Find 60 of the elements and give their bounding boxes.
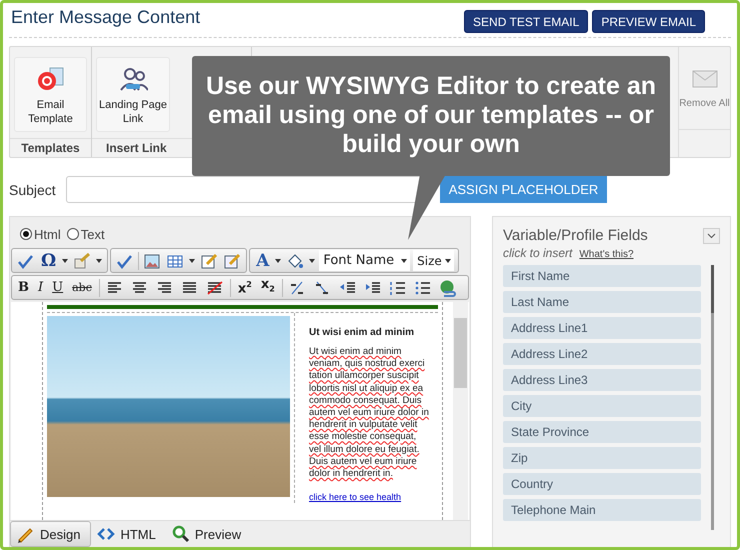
panel-title: Variable/Profile Fields bbox=[503, 227, 648, 244]
page-title: Enter Message Content bbox=[11, 7, 200, 28]
field-item[interactable]: Country bbox=[503, 473, 701, 495]
field-item[interactable]: Zip bbox=[503, 447, 701, 469]
caret-icon[interactable] bbox=[96, 258, 102, 262]
format-button[interactable]: abc bbox=[70, 278, 94, 296]
format-button[interactable]: I bbox=[36, 278, 46, 296]
vertical-scrollbar[interactable] bbox=[453, 302, 468, 520]
editor-tab[interactable]: HTML bbox=[91, 521, 166, 547]
field-item[interactable]: Telephone Main bbox=[503, 499, 701, 521]
group-label: Templates bbox=[21, 140, 80, 155]
help-link[interactable]: What's this? bbox=[579, 249, 634, 260]
header-button[interactable]: SEND TEST EMAIL bbox=[464, 10, 588, 33]
at-sign-icon bbox=[36, 66, 66, 92]
script-button[interactable]: x$_{2}$ bbox=[258, 276, 277, 299]
field-item[interactable]: Address Line3 bbox=[503, 369, 701, 391]
chevron-down-icon bbox=[707, 232, 716, 238]
caret-icon[interactable] bbox=[309, 258, 316, 262]
size-dropdown[interactable]: Size bbox=[413, 250, 454, 271]
clear-format-icon[interactable] bbox=[204, 278, 225, 296]
field-item[interactable]: Address Line2 bbox=[503, 343, 701, 365]
field-item[interactable]: City bbox=[503, 395, 701, 417]
script-button[interactable]: x$^{2}$ bbox=[236, 276, 254, 299]
caret-icon bbox=[444, 258, 451, 262]
radio-option[interactable]: Text bbox=[66, 226, 105, 242]
hint-text: click to insert bbox=[503, 246, 572, 260]
globe-link-icon[interactable] bbox=[438, 278, 458, 296]
font-name-dropdown[interactable]: Font Name bbox=[319, 250, 410, 271]
editor-tab[interactable]: Preview bbox=[166, 521, 252, 547]
collapse-button[interactable] bbox=[703, 228, 720, 244]
ribbon-button[interactable]: Landing Page Link bbox=[96, 57, 170, 132]
bulleted-list-icon[interactable] bbox=[412, 278, 433, 296]
people-link-icon bbox=[118, 66, 148, 92]
format-button[interactable]: B bbox=[16, 278, 31, 296]
caret-icon[interactable] bbox=[275, 258, 282, 262]
field-item[interactable]: Address Line1 bbox=[503, 317, 701, 339]
caret-icon[interactable] bbox=[62, 258, 68, 262]
ribbon-button[interactable]: Email Template bbox=[14, 57, 87, 132]
field-item[interactable]: Last Name bbox=[503, 291, 701, 313]
caret-icon[interactable] bbox=[189, 258, 196, 262]
header-button[interactable]: PREVIEW EMAIL bbox=[592, 10, 705, 33]
image-icon[interactable] bbox=[142, 252, 162, 270]
field-item[interactable]: First Name bbox=[503, 265, 701, 287]
group-label: Insert Link bbox=[106, 140, 167, 155]
subject-label: Subject bbox=[9, 182, 57, 198]
font-color-button[interactable]: A bbox=[254, 252, 272, 270]
content-paragraph: Ut wisi enim ad minim veniam, quis nostrud exerci tation ullamcorper suscipit lobortis nisl ut aliquip ex ea commodo consequat. Duis autem vel eum iriure dolor in hendrerit in vulputate velit esse molestie consequat, vel illum dolore eu feugiat. Duis autem vel eum iriure dolor in hendrerit in. bbox=[309, 346, 430, 480]
content-heading: Ut wisi enim ad minim bbox=[309, 327, 416, 338]
edit-icon[interactable] bbox=[199, 252, 220, 270]
vertical-scrollbar[interactable] bbox=[711, 265, 714, 530]
symbol-button[interactable]: Ω bbox=[39, 252, 58, 270]
edit-icon[interactable] bbox=[222, 252, 242, 270]
radio-option[interactable]: Html bbox=[20, 226, 61, 242]
caret-icon bbox=[401, 258, 408, 262]
editor-tab[interactable]: Design bbox=[10, 521, 92, 547]
tooltip: Use our WYSIWYG Editor to create an email using one of our templates -- or build your own bbox=[192, 56, 670, 176]
format-button[interactable]: U bbox=[50, 278, 66, 296]
content-link[interactable]: click here to see health bbox=[309, 492, 402, 502]
field-item[interactable]: State Province bbox=[503, 421, 701, 443]
magnifier-icon bbox=[172, 525, 190, 543]
